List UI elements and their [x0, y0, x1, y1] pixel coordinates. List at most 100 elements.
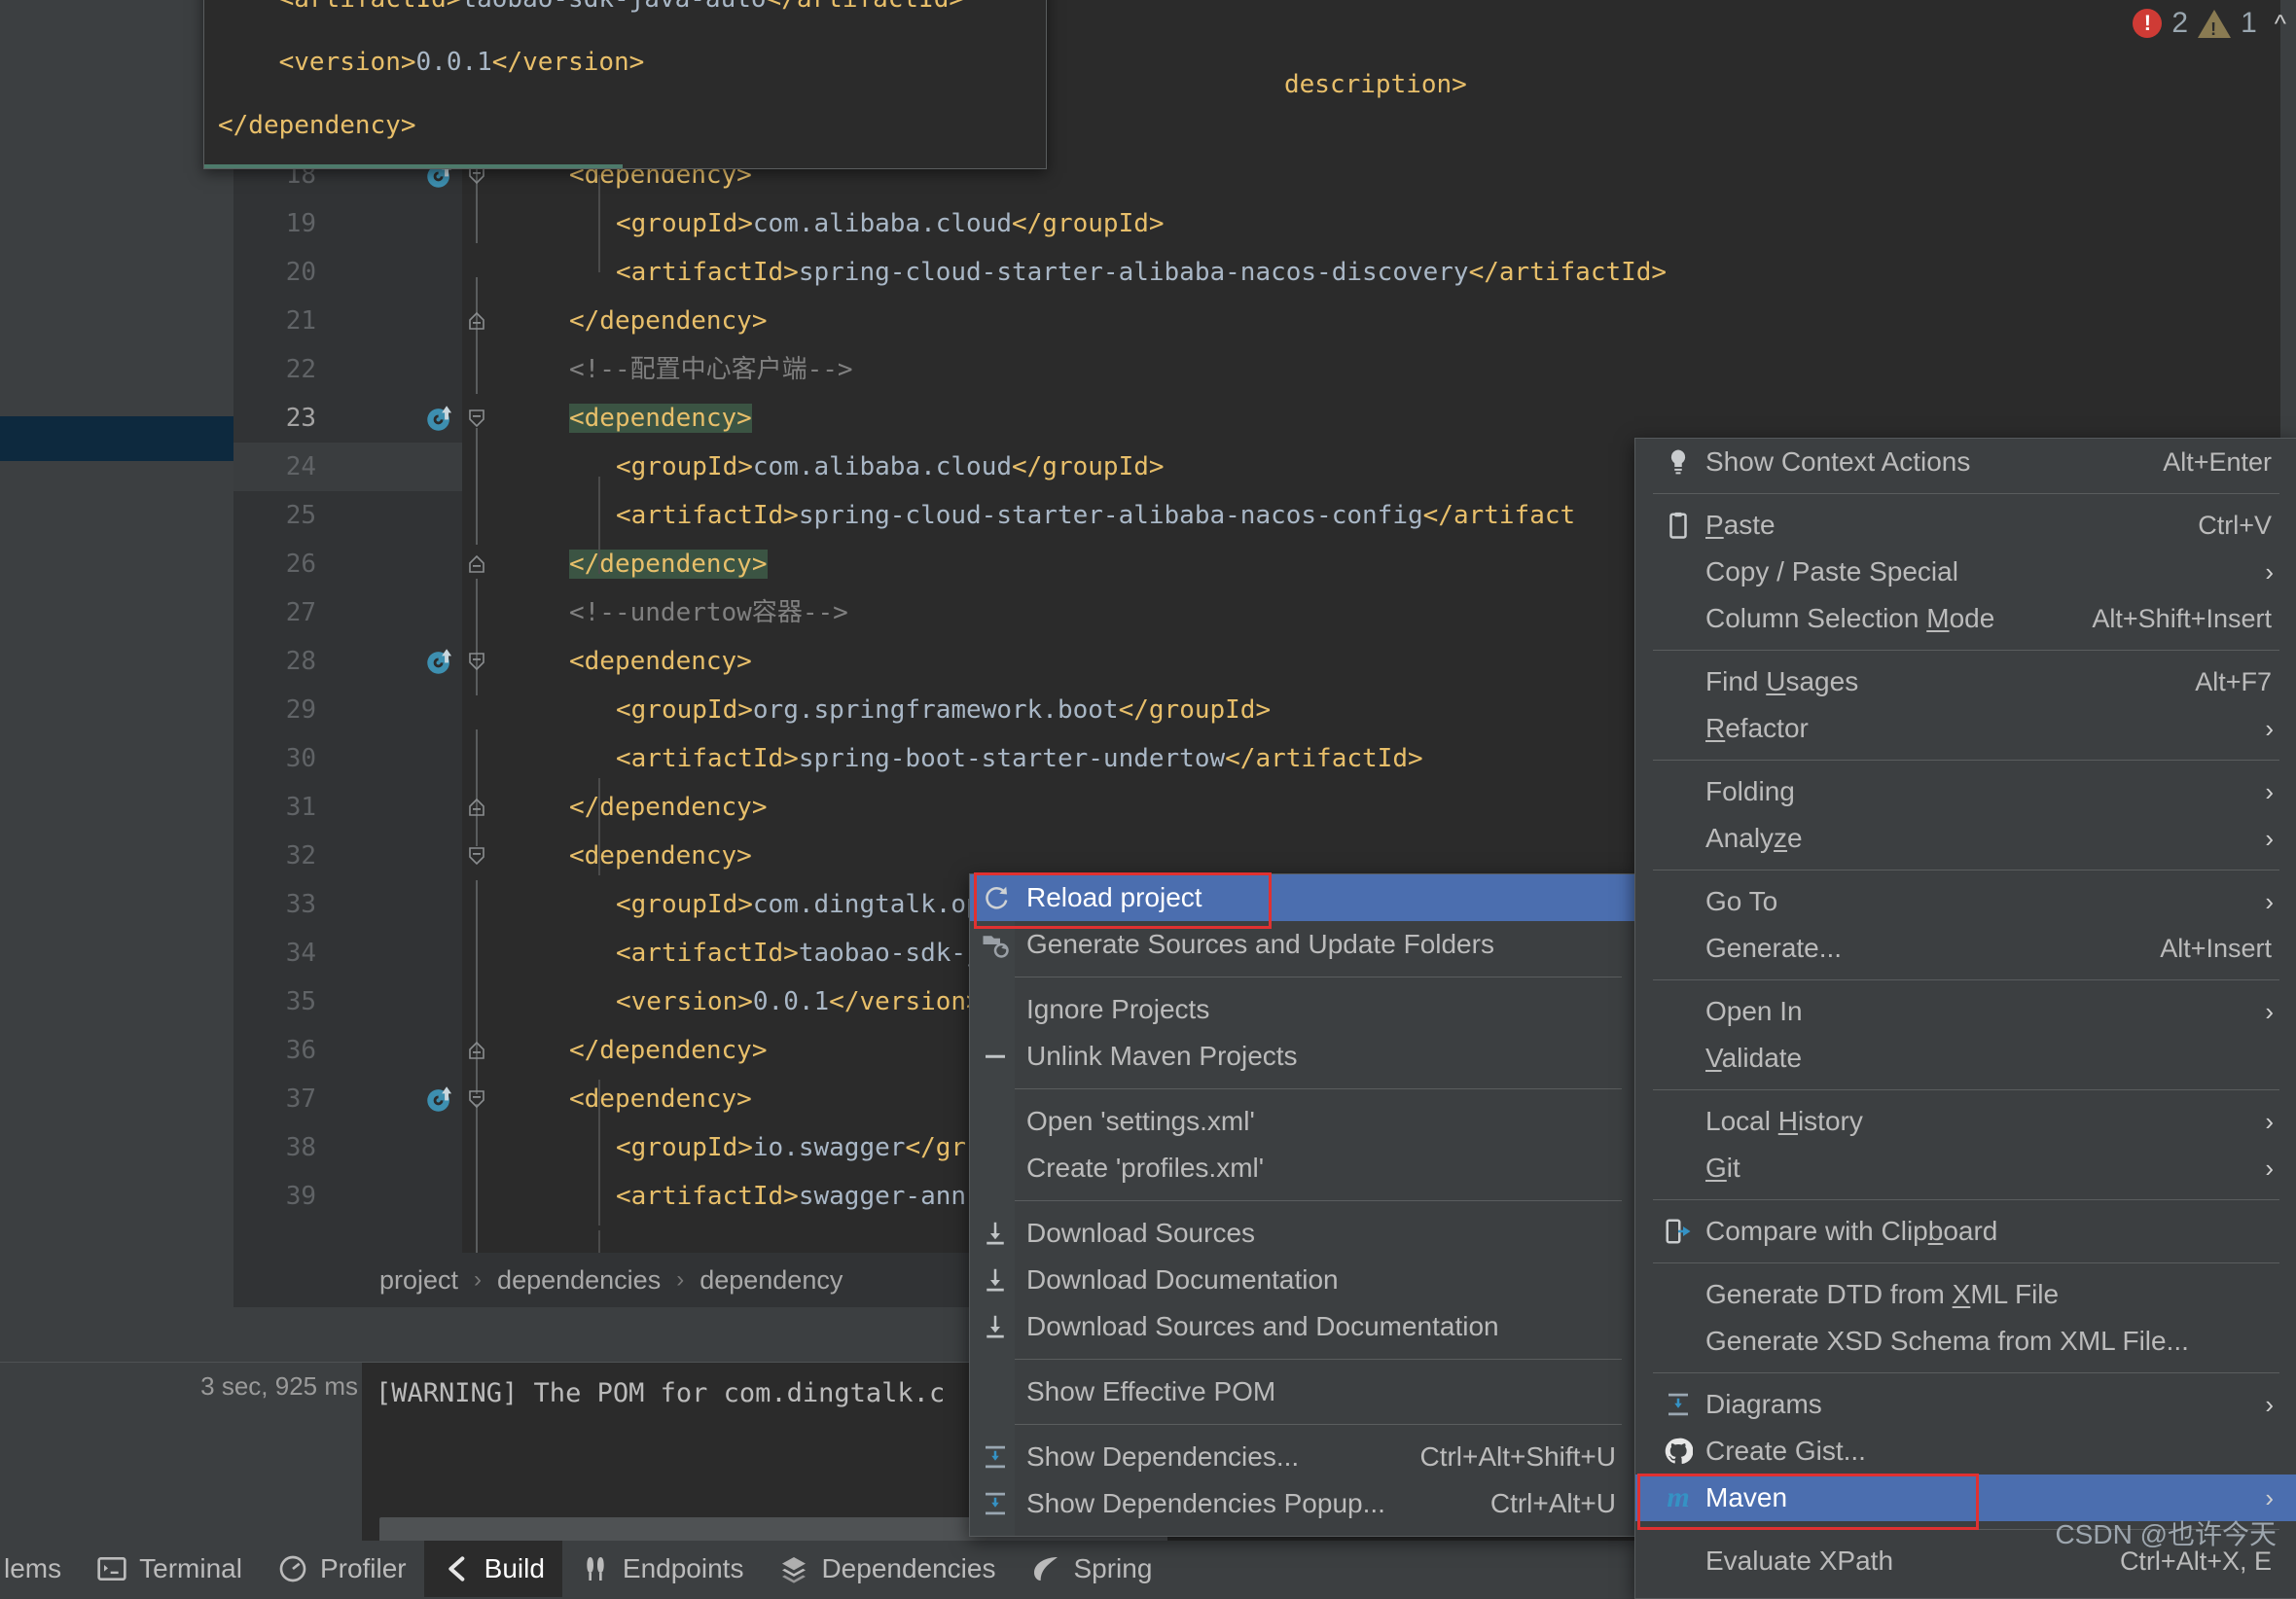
tooltip-line: </dependency>	[218, 111, 416, 140]
menu-separator	[1653, 1262, 2279, 1263]
line-number: 28	[285, 647, 316, 676]
chevron-right-icon: ›	[2265, 1106, 2274, 1136]
warning-count: 1	[2241, 7, 2257, 39]
breadcrumb-item[interactable]: dependency	[700, 1265, 843, 1296]
context-menu-item-label: Go To	[1705, 886, 1778, 916]
maven-menu-item[interactable]: Unlink Maven Projects	[970, 1033, 1637, 1080]
fold-start-icon[interactable]	[465, 650, 488, 673]
tool-window-tab-profiler[interactable]: Profiler	[260, 1541, 424, 1597]
line-number: 24	[285, 452, 316, 481]
breadcrumb-item[interactable]: dependencies	[497, 1265, 661, 1296]
context-menu-item[interactable]: Paste Ctrl+V	[1635, 502, 2296, 549]
maven-menu-item[interactable]: Create 'profiles.xml'	[970, 1145, 1637, 1191]
context-menu-item[interactable]: Refactor ›	[1635, 705, 2296, 752]
maven-menu-item[interactable]: Show Dependencies... Ctrl+Alt+Shift+U	[970, 1434, 1637, 1480]
code-text: <version>0.0.1</version>	[616, 987, 982, 1016]
context-menu-item[interactable]: Find Usages Alt+F7	[1635, 658, 2296, 705]
left-rail-selected-row[interactable]	[0, 416, 233, 461]
inspection-widget[interactable]: ! 2 ! 1 ^	[2133, 2, 2286, 45]
maven-menu-item-label: Download Sources	[1026, 1218, 1256, 1248]
context-menu-item-label: Validate	[1705, 1043, 1803, 1073]
context-menu-item-shortcut: Alt+Shift+Insert	[2092, 603, 2272, 633]
maven-menu-item[interactable]: Generate Sources and Update Folders	[970, 921, 1637, 968]
error-count: 2	[2171, 7, 2189, 39]
context-menu-item-shortcut: Ctrl+V	[2198, 510, 2272, 540]
context-menu-item[interactable]: Show Context Actions Alt+Enter	[1635, 439, 2296, 485]
context-menu-item[interactable]: Analyze ›	[1635, 815, 2296, 862]
terminal-icon	[96, 1553, 127, 1584]
context-menu-item[interactable]: Folding ›	[1635, 768, 2296, 815]
maven-menu-item[interactable]: Download Sources	[970, 1210, 1637, 1257]
fold-start-icon[interactable]	[465, 844, 488, 868]
line-number: 19	[285, 209, 316, 238]
context-menu-item[interactable]: Copy / Paste Special ›	[1635, 549, 2296, 595]
maven-menu-item[interactable]: Show Effective POM	[970, 1368, 1637, 1415]
fold-end-icon[interactable]	[465, 309, 488, 333]
breadcrumb-item[interactable]: project	[379, 1265, 458, 1296]
editor-context-menu[interactable]: Show Context Actions Alt+Enter Paste Ctrl+V…	[1634, 438, 2296, 1599]
code-line[interactable]: 23 <dependency>	[233, 394, 2296, 443]
maven-menu-item-label: Show Effective POM	[1026, 1376, 1276, 1406]
maven-menu-item[interactable]: Reload project	[970, 872, 1637, 929]
code-text: </dependency>	[569, 1036, 768, 1065]
download-icon	[976, 1219, 1015, 1248]
maven-submenu-rows[interactable]: Reload project Generate Sources and Updat…	[970, 872, 1637, 1527]
context-menu-item[interactable]: Generate... Alt+Insert	[1635, 925, 2296, 972]
maven-menu-item[interactable]: Ignore Projects	[970, 986, 1637, 1033]
maven-menu-item[interactable]: Download Sources and Documentation	[970, 1303, 1637, 1350]
no-icon	[976, 1377, 1015, 1406]
maven-update-icon[interactable]	[423, 1083, 456, 1116]
context-menu-item[interactable]: Validate	[1635, 1035, 2296, 1082]
context-menu-rows[interactable]: Show Context Actions Alt+Enter Paste Ctrl+V…	[1635, 439, 2296, 1584]
profiler-icon	[277, 1553, 308, 1584]
maven-menu-item-label: Ignore Projects	[1026, 994, 1210, 1024]
code-line[interactable]: 21 </dependency>	[233, 297, 2296, 345]
tool-window-tab-spring[interactable]: Spring	[1013, 1541, 1169, 1597]
context-menu-item[interactable]: Git ›	[1635, 1145, 2296, 1191]
tool-window-tab-dependencies[interactable]: Dependencies	[761, 1541, 1013, 1597]
fold-end-icon[interactable]	[465, 1039, 488, 1062]
line-number: 29	[285, 695, 316, 725]
tool-window-tab-build[interactable]: Build	[423, 1541, 562, 1597]
line-number: 20	[285, 258, 316, 287]
context-menu-item[interactable]: Create Gist...	[1635, 1428, 2296, 1475]
context-menu-item[interactable]: Diagrams ›	[1635, 1381, 2296, 1428]
context-menu-item[interactable]: Go To ›	[1635, 878, 2296, 925]
maven-menu-item-label: Download Sources and Documentation	[1026, 1311, 1499, 1341]
maven-menu-item[interactable]: Open 'settings.xml'	[970, 1098, 1637, 1145]
fold-end-icon[interactable]	[465, 552, 488, 576]
line-number: 32	[285, 841, 316, 871]
menu-separator	[1015, 1088, 1622, 1089]
maven-menu-item-shortcut: Ctrl+Alt+U	[1489, 1488, 1616, 1518]
context-menu-item[interactable]: Column Selection Mode Alt+Shift+Insert	[1635, 595, 2296, 642]
code-line[interactable]: 19 <groupId>com.alibaba.cloud</groupId>	[233, 199, 2296, 248]
fold-end-icon[interactable]	[465, 796, 488, 819]
context-menu-item-label: Paste	[1705, 510, 1776, 540]
context-menu-item-label: Local History	[1705, 1106, 1863, 1136]
tool-window-tab-lems[interactable]: lems	[0, 1541, 79, 1597]
fold-start-icon[interactable]	[465, 407, 488, 430]
maven-menu-item-label: Create 'profiles.xml'	[1026, 1153, 1265, 1183]
context-menu-item-label: Find Usages	[1705, 666, 1859, 696]
context-menu-item[interactable]: Generate XSD Schema from XML File...	[1635, 1318, 2296, 1365]
fold-start-icon[interactable]	[465, 1087, 488, 1111]
chevron-up-icon[interactable]: ^	[2275, 9, 2286, 39]
maven-menu-item[interactable]: Show Dependencies Popup... Ctrl+Alt+U	[970, 1480, 1637, 1527]
context-menu-item[interactable]: Open In ›	[1635, 988, 2296, 1035]
no-icon	[976, 1154, 1015, 1183]
maven-submenu[interactable]: Reload project Generate Sources and Updat…	[969, 872, 1638, 1537]
code-line[interactable]: 20 <artifactId>spring-cloud-starter-aliba…	[233, 248, 2296, 297]
download-icon	[976, 1265, 1015, 1295]
context-menu-item[interactable]: Compare with Clipboard	[1635, 1208, 2296, 1255]
maven-update-icon[interactable]	[423, 402, 456, 435]
tool-window-tab-endpoints[interactable]: Endpoints	[562, 1541, 762, 1597]
maven-menu-item-label: Show Dependencies Popup...	[1026, 1488, 1385, 1518]
maven-update-icon[interactable]	[423, 645, 456, 678]
context-menu-item[interactable]: Generate DTD from XML File	[1635, 1271, 2296, 1318]
maven-menu-item[interactable]: Download Documentation	[970, 1257, 1637, 1303]
context-menu-item[interactable]: Local History ›	[1635, 1098, 2296, 1145]
code-line[interactable]: 22 <!--配置中心客户端-->	[233, 345, 2296, 394]
code-text: </dependency>	[569, 306, 768, 336]
diagram-icon	[976, 1489, 1015, 1518]
tool-window-tab-terminal[interactable]: Terminal	[79, 1541, 260, 1597]
